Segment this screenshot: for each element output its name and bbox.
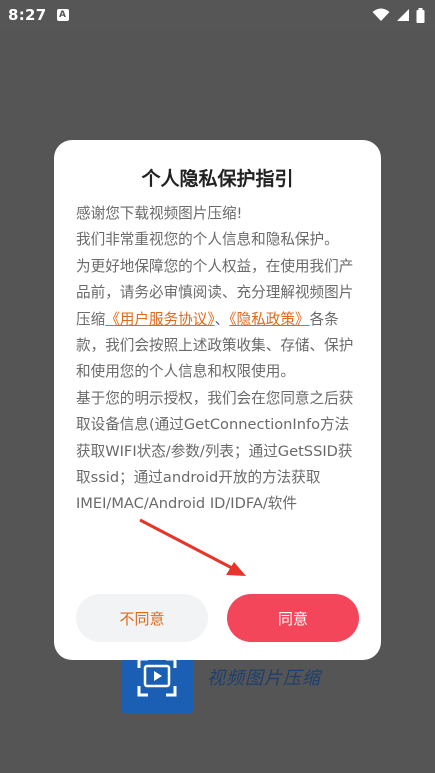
dialog-title: 个人隐私保护指引 xyxy=(141,168,294,190)
status-bar: 8:27 A xyxy=(0,0,435,30)
privacy-text-separator: 、 xyxy=(214,310,230,328)
privacy-paragraph: 为更好地保障您的个人权益，在使用我们产品前，请务必审慎阅读、充分理解视频图片压缩… xyxy=(76,254,362,386)
privacy-text[interactable]: 感谢您下载视频图片压缩! 我们非常重视您的个人信息和隐私保护。 为更好地保障您的… xyxy=(76,201,362,621)
user-agreement-link[interactable]: 《用户服务协议》 xyxy=(105,311,214,328)
app-name: 视频图片压缩 xyxy=(207,668,321,689)
battery-icon xyxy=(416,7,425,23)
privacy-policy-link[interactable]: 《隐私政策》 xyxy=(229,311,309,328)
wifi-icon xyxy=(372,8,390,21)
disagree-button[interactable]: 不同意 xyxy=(76,594,208,642)
video-frame-icon xyxy=(137,657,177,697)
privacy-paragraph: 我们非常重视您的个人信息和隐私保护。 xyxy=(76,231,339,249)
agree-button[interactable]: 同意 xyxy=(227,594,359,642)
privacy-paragraph: 基于您的明示授权，我们会在您同意之后获取设备信息(通过GetConnection… xyxy=(76,389,354,513)
status-icons xyxy=(372,7,425,23)
signal-icon xyxy=(397,9,409,21)
status-time: 8:27 xyxy=(8,6,47,24)
privacy-paragraph: 感谢您下载视频图片压缩! xyxy=(76,205,243,222)
app-notification-icon: A xyxy=(56,9,69,21)
privacy-dialog: 个人隐私保护指引 感谢您下载视频图片压缩! 我们非常重视您的个人信息和隐私保护。… xyxy=(54,140,381,660)
